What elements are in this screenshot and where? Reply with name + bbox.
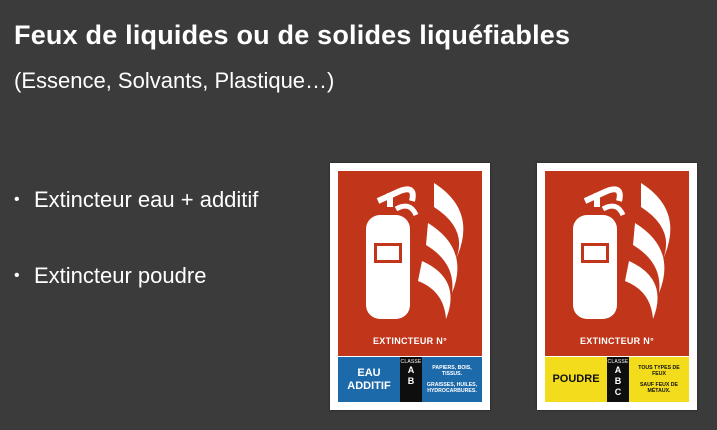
fire-extinguisher-icon: [573, 183, 671, 319]
sign-label: EXTINCTEUR N°: [372, 336, 447, 346]
class-box: CLASSE A B C: [607, 357, 629, 402]
class-letter: C: [614, 387, 622, 397]
fire-extinguisher-icon: [366, 183, 464, 319]
bullet-marker: •: [14, 267, 20, 284]
bullet-item: • Extincteur poudre: [14, 262, 258, 290]
bullet-text: Extincteur eau + additif: [34, 187, 259, 212]
sign-bottom-bar: POUDRE CLASSE A B C TOUS TYPES DE FEUX S…: [545, 357, 689, 402]
sign-red-panel: EXTINCTEUR N°: [338, 171, 482, 356]
desc-bottom: GRAISSES, HUILES, HYDROCARBURES.: [426, 381, 478, 395]
class-letter: A: [407, 365, 415, 375]
agent-line2: ADDITIF: [347, 379, 391, 392]
class-letter: B: [407, 376, 415, 386]
agent-box: EAU ADDITIF: [338, 357, 400, 402]
description-box: TOUS TYPES DE FEUX SAUF FEUX DE MÉTAUX.: [629, 357, 689, 402]
bullet-text: Extincteur poudre: [34, 263, 207, 288]
class-box: CLASSE A B: [400, 357, 422, 402]
sign-label: EXTINCTEUR N°: [579, 336, 654, 346]
slide-subtitle: (Essence, Solvants, Plastique…): [14, 68, 335, 93]
extinguisher-sign-powder: EXTINCTEUR N° POUDRE CLASSE A B C TOUS T…: [537, 163, 697, 410]
agent-line1: POUDRE: [552, 373, 600, 385]
sign-red-panel: EXTINCTEUR N°: [545, 171, 689, 356]
agent-line1: EAU: [357, 366, 381, 379]
desc-top: TOUS TYPES DE FEUX: [638, 364, 680, 378]
desc-top: PAPIERS, BOIS, TISSUS.: [432, 364, 472, 378]
bullet-list: • Extincteur eau + additif • Extincteur …: [14, 186, 258, 338]
bullet-item: • Extincteur eau + additif: [14, 186, 258, 214]
description-box: PAPIERS, BOIS, TISSUS. GRAISSES, HUILES,…: [422, 357, 482, 402]
desc-bottom: SAUF FEUX DE MÉTAUX.: [639, 381, 679, 395]
extinguisher-sign-water: EXTINCTEUR N° EAU ADDITIF CLASSE A B PAP…: [330, 163, 490, 410]
class-letter: A: [614, 365, 622, 375]
class-letter: B: [614, 376, 622, 386]
bullet-marker: •: [14, 191, 20, 208]
slide-title: Feux de liquides ou de solides liquéfiab…: [14, 20, 571, 50]
sign-bottom-bar: EAU ADDITIF CLASSE A B PAPIERS, BOIS, TI…: [338, 357, 482, 402]
agent-box: POUDRE: [545, 357, 607, 402]
